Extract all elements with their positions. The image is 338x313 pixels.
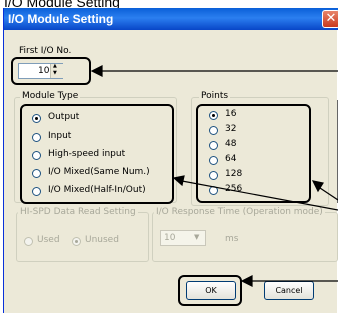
arrow-head-module-type (172, 175, 185, 187)
arrow-to-points (319, 187, 338, 201)
annotation-arrows (90, 65, 338, 287)
arrow-head-ok (240, 275, 253, 287)
arrow-head-first-io (90, 65, 103, 77)
